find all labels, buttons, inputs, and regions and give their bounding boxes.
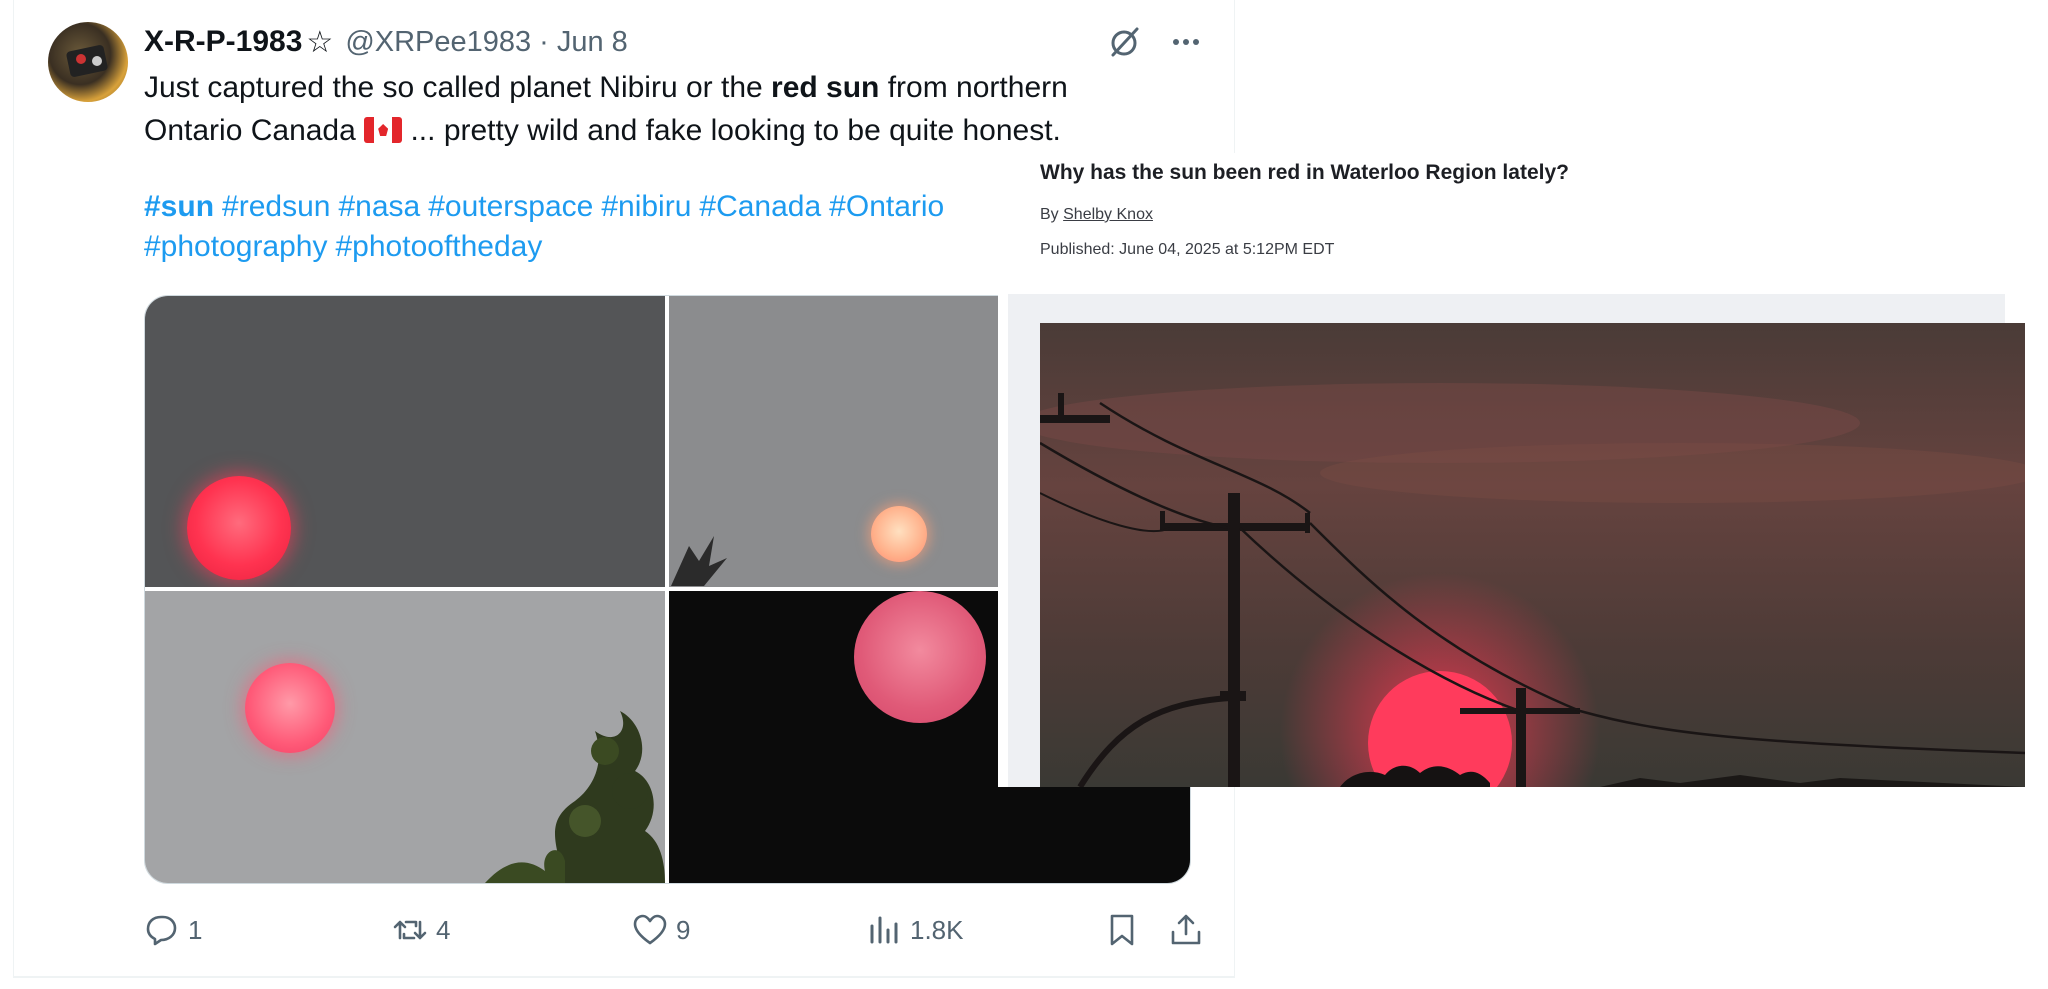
separator-dot: · xyxy=(539,25,549,58)
more-icon[interactable] xyxy=(1166,22,1206,62)
red-sun xyxy=(871,506,927,562)
sunset-powerlines-photo xyxy=(1040,323,2025,787)
like-icon xyxy=(633,914,667,945)
views-count: 1.8K xyxy=(910,914,964,945)
sun-photo-3[interactable] xyxy=(145,591,665,883)
tweet-text-bold: red sun xyxy=(771,71,880,104)
views-icon xyxy=(870,916,898,944)
like-count: 9 xyxy=(676,914,691,945)
article-photo[interactable] xyxy=(1040,323,2025,787)
red-sun xyxy=(187,476,291,580)
views-button[interactable]: 1.8K xyxy=(866,905,964,955)
tweet-date[interactable]: Jun 8 xyxy=(557,26,628,59)
bookmark-button[interactable] xyxy=(1104,905,1140,955)
branch-silhouette xyxy=(671,536,727,586)
canada-flag-emoji xyxy=(364,117,403,143)
published-date: Published: June 04, 2025 at 5:12PM EDT xyxy=(1040,241,1335,258)
hashtag-link[interactable]: #photooftheday xyxy=(336,230,543,263)
hashtag-link[interactable]: #Ontario xyxy=(829,190,944,223)
avatar[interactable] xyxy=(48,22,128,102)
hashtag-link[interactable]: #nasa xyxy=(338,190,420,223)
like-button[interactable]: 9 xyxy=(632,905,690,955)
red-sun xyxy=(854,591,986,723)
sun-photo-1[interactable] xyxy=(145,296,665,587)
article-byline: By Shelby Knox xyxy=(1040,206,1153,224)
hashtag-link[interactable]: #Canada xyxy=(699,190,821,223)
hashtag-link[interactable]: #redsun xyxy=(222,190,330,223)
repost-icon xyxy=(393,920,427,940)
tweet-text: Just captured the so called planet Nibir… xyxy=(144,66,1194,152)
article-headline[interactable]: Why has the sun been red in Waterloo Reg… xyxy=(1040,161,1569,185)
bookmark-icon xyxy=(1110,914,1134,946)
tweet-text-line2b: ... pretty wild and fake looking to be q… xyxy=(402,114,1061,147)
reply-button[interactable]: 1 xyxy=(144,905,202,955)
reply-count: 1 xyxy=(188,914,203,945)
reply-icon xyxy=(146,915,177,946)
share-button[interactable] xyxy=(1168,905,1204,955)
name-star-symbol: ☆ xyxy=(306,25,334,59)
news-article-card: Why has the sun been red in Waterloo Reg… xyxy=(998,153,2025,787)
hashtag-link[interactable]: #outerspace xyxy=(428,190,593,223)
user-handle[interactable]: @XRPee1983 xyxy=(345,26,531,59)
byline-label: By xyxy=(1040,206,1064,223)
repost-count: 4 xyxy=(436,914,451,945)
tweet-text-part2: from northern xyxy=(879,71,1068,104)
display-name[interactable]: X-R-P-1983 xyxy=(144,25,302,59)
hashtag-link[interactable]: #photography xyxy=(144,230,328,263)
tweet-text-part1: Just captured the so called planet Nibir… xyxy=(144,71,772,104)
tree-silhouette xyxy=(485,711,665,883)
hashtags: #sun #redsun #nasa #outerspace #nibiru #Canad… xyxy=(144,187,1024,267)
repost-button[interactable]: 4 xyxy=(392,905,450,955)
tweet-header: X-R-P-1983 ☆ @XRPee1983 · Jun 8 xyxy=(144,22,628,62)
hashtag-link[interactable]: #sun xyxy=(144,190,214,223)
tweet-text-line2a: Ontario Canada xyxy=(144,114,365,147)
grok-icon[interactable] xyxy=(1104,22,1144,62)
share-icon xyxy=(1171,914,1201,945)
red-sun xyxy=(245,663,335,753)
hashtag-link[interactable]: #nibiru xyxy=(601,190,691,223)
tweet-actions: 1 4 9 1.8K xyxy=(144,905,1214,955)
author-link[interactable]: Shelby Knox xyxy=(1063,206,1153,223)
